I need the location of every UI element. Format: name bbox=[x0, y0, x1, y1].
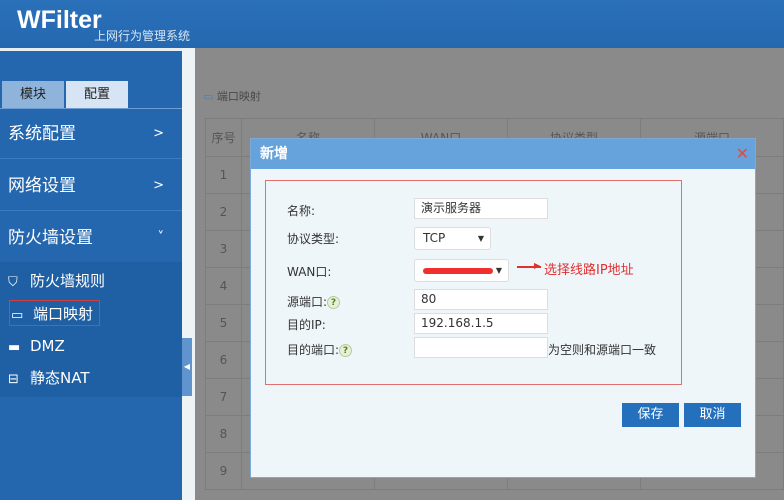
src-port-input[interactable]: 80 bbox=[414, 289, 548, 310]
monitor-icon: ▭ bbox=[203, 90, 217, 103]
page-title-text: 端口映射 bbox=[216, 90, 261, 103]
submenu-static-nat[interactable]: ⊟ 静态NAT bbox=[8, 365, 89, 391]
page-title: ▭ 端口映射 bbox=[203, 88, 261, 104]
table-cell: 4 bbox=[205, 267, 242, 305]
dest-port-hint: 为空则和源端口一致 bbox=[548, 343, 657, 357]
wan-label: WAN口: bbox=[287, 265, 332, 279]
submenu-dmz[interactable]: ▬ DMZ bbox=[8, 333, 65, 359]
protocol-value: TCP bbox=[423, 231, 446, 245]
submenu-label: DMZ bbox=[30, 337, 65, 355]
dest-port-input[interactable] bbox=[414, 337, 548, 358]
dest-ip-input[interactable]: 192.168.1.5 bbox=[414, 313, 548, 334]
form-box: 名称: 演示服务器 协议类型: TCP ▼ WAN口: ▼ ▶ 选择线路IP地址 … bbox=[265, 180, 682, 385]
firewall-submenu: ⛉ 防火墙规则 ▭ 端口映射 ▬ DMZ ⊟ 静态NAT bbox=[0, 262, 182, 397]
sidebar: 模块 配置 系统配置 > 网络设置 > 防火墙设置 ˅ ⛉ 防火墙规则 ▭ 端口映射 ▬ D… bbox=[0, 48, 182, 500]
table-cell: 8 bbox=[205, 415, 242, 453]
table-cell: 1 bbox=[205, 156, 242, 194]
table-cell: 2 bbox=[205, 193, 242, 231]
src-port-label: 源端口:? bbox=[287, 293, 341, 310]
add-dialog: 新增 ✕ 名称: 演示服务器 协议类型: TCP ▼ WAN口: ▼ ▶ 选择线路… bbox=[250, 138, 756, 478]
menu-label: 系统配置 bbox=[8, 124, 76, 144]
protocol-label: 协议类型: bbox=[287, 232, 340, 246]
table-cell: 6 bbox=[205, 341, 242, 379]
submenu-label: 防火墙规则 bbox=[30, 272, 106, 290]
column-header: 序号 bbox=[205, 118, 242, 157]
dialog-title: 新增 bbox=[260, 146, 288, 162]
dropdown-arrow-icon: ▼ bbox=[477, 234, 484, 243]
tab-config[interactable]: 配置 bbox=[66, 81, 128, 108]
annotation-text: 选择线路IP地址 bbox=[544, 263, 634, 278]
app-header: WFilter 上网行为管理系统 bbox=[0, 0, 784, 48]
tab-modules[interactable]: 模块 bbox=[2, 81, 64, 108]
dropdown-arrow-icon: ▼ bbox=[495, 266, 502, 275]
arrow-head-icon: ▶ bbox=[534, 261, 541, 270]
menu-label: 防火墙设置 bbox=[8, 228, 93, 248]
sidebar-collapse-bar: ◀ bbox=[182, 48, 195, 500]
close-icon[interactable]: ✕ bbox=[736, 139, 749, 169]
chevron-right-icon: > bbox=[153, 178, 164, 193]
redacted-scribble bbox=[423, 267, 493, 274]
dest-port-label: 目的端口:? bbox=[287, 341, 353, 358]
device-icon: ▬ bbox=[8, 340, 21, 355]
collapse-sidebar-button[interactable]: ◀ bbox=[182, 338, 192, 396]
submenu-label: 静态NAT bbox=[30, 369, 90, 387]
protocol-select[interactable]: TCP ▼ bbox=[414, 227, 491, 250]
chevron-right-icon: > bbox=[153, 126, 164, 141]
table-cell: 7 bbox=[205, 378, 242, 416]
logo: WFilter bbox=[17, 6, 102, 34]
menu-system-config[interactable]: 系统配置 > bbox=[0, 109, 182, 159]
table-cell: 5 bbox=[205, 304, 242, 342]
shield-icon: ⛉ bbox=[8, 275, 18, 290]
chevron-down-icon: ˅ bbox=[157, 230, 165, 245]
wan-select[interactable]: ▼ bbox=[414, 259, 509, 282]
label-text: 源端口: bbox=[287, 295, 328, 309]
help-icon[interactable]: ? bbox=[339, 344, 353, 357]
menu-label: 网络设置 bbox=[8, 176, 76, 196]
router-icon: ⊟ bbox=[8, 372, 19, 387]
name-label: 名称: bbox=[287, 204, 316, 218]
submenu-firewall-rules[interactable]: ⛉ 防火墙规则 bbox=[8, 268, 105, 294]
name-input[interactable]: 演示服务器 bbox=[414, 198, 548, 219]
dest-ip-label: 目的IP: bbox=[287, 318, 326, 332]
monitor-icon: ▭ bbox=[11, 308, 24, 323]
app-subtitle: 上网行为管理系统 bbox=[94, 29, 191, 43]
label-text: 目的端口: bbox=[287, 343, 340, 357]
submenu-label: 端口映射 bbox=[33, 305, 94, 323]
menu-firewall-settings[interactable]: 防火墙设置 ˅ bbox=[0, 213, 182, 263]
save-button[interactable]: 保存 bbox=[622, 403, 679, 427]
table-cell: 3 bbox=[205, 230, 242, 268]
help-icon[interactable]: ? bbox=[327, 296, 341, 309]
dialog-header: 新增 ✕ bbox=[251, 139, 755, 169]
menu-network-settings[interactable]: 网络设置 > bbox=[0, 161, 182, 211]
cancel-button[interactable]: 取消 bbox=[684, 403, 741, 427]
submenu-port-mapping[interactable]: ▭ 端口映射 bbox=[9, 300, 101, 326]
table-cell: 9 bbox=[205, 452, 242, 490]
